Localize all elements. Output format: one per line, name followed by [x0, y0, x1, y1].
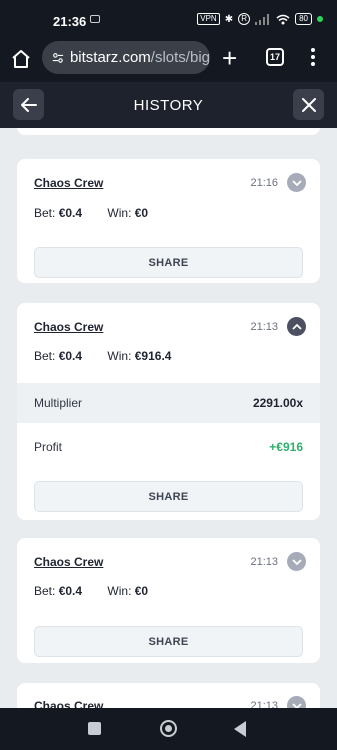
bet-amount: €0.4	[58, 206, 83, 220]
profit-row: Profit +€916	[17, 427, 320, 467]
url-path: /slots/big	[150, 49, 210, 66]
close-icon	[301, 97, 316, 112]
chevron-down-icon	[291, 558, 302, 565]
history-card: Chaos Crew 21:16 Bet: €0.4 Win: €0 SHARE	[17, 159, 320, 283]
win-label: Win:	[107, 584, 132, 598]
new-tab-button[interactable]: +	[222, 45, 237, 71]
url-text: bitstarz.com/slots/big	[70, 49, 210, 66]
home-icon[interactable]	[10, 48, 32, 70]
history-card: Chaos Crew 21:13	[17, 683, 320, 708]
browser-toolbar: bitstarz.com/slots/big + 17	[0, 38, 337, 82]
history-card-previous	[17, 128, 320, 135]
bluetooth-icon: ✱	[224, 13, 234, 25]
multiplier-value: 2291.00x	[252, 396, 303, 410]
signal-icon	[255, 13, 270, 25]
address-bar[interactable]: bitstarz.com/slots/big	[42, 41, 210, 74]
bet-win-row: Bet: €0.4 Win: €916.4	[34, 349, 171, 363]
expand-button[interactable]	[287, 552, 306, 571]
bet-label: Bet:	[34, 584, 56, 598]
system-back-button[interactable]	[234, 721, 246, 737]
game-link[interactable]: Chaos Crew	[34, 699, 103, 708]
browser-menu-icon[interactable]	[310, 48, 316, 68]
game-link[interactable]: Chaos Crew	[34, 320, 103, 334]
history-card-expanded: Chaos Crew 21:13 Bet: €0.4 Win: €916.4 M…	[17, 303, 320, 520]
status-icons: VPN ✱ R 80	[197, 13, 323, 25]
site-settings-icon[interactable]	[52, 51, 64, 65]
share-button[interactable]: SHARE	[34, 247, 303, 278]
round-time: 21:13	[250, 556, 278, 568]
expand-button[interactable]	[287, 173, 306, 192]
game-link[interactable]: Chaos Crew	[34, 555, 103, 569]
system-navigation-bar	[0, 708, 337, 750]
game-link[interactable]: Chaos Crew	[34, 176, 103, 190]
round-time: 21:16	[250, 177, 278, 189]
vpn-icon: VPN	[197, 13, 220, 25]
active-indicator-icon	[317, 16, 323, 22]
bet-win-row: Bet: €0.4 Win: €0	[34, 206, 148, 220]
win-label: Win:	[107, 206, 132, 220]
share-button[interactable]: SHARE	[34, 626, 303, 657]
bet-win-row: Bet: €0.4 Win: €0	[34, 584, 148, 598]
bet-amount: €0.4	[58, 349, 83, 363]
battery-icon: 80	[295, 13, 312, 25]
share-button[interactable]: SHARE	[34, 481, 303, 512]
collapse-button[interactable]	[287, 317, 306, 336]
expand-button[interactable]	[287, 696, 306, 708]
url-host: bitstarz.com	[69, 49, 151, 66]
wifi-icon	[276, 14, 290, 24]
multiplier-row: Multiplier 2291.00x	[17, 383, 320, 423]
chevron-up-icon	[291, 323, 302, 330]
history-header: HISTORY	[0, 82, 337, 128]
profit-value: +€916	[269, 440, 303, 454]
recent-apps-button[interactable]	[88, 722, 101, 735]
tab-switcher-button[interactable]: 17	[266, 48, 284, 66]
status-bar: 21:36 VPN ✱ R 80	[0, 0, 337, 38]
status-time: 21:36	[53, 14, 87, 29]
win-amount: €0	[134, 206, 149, 220]
notification-icon	[90, 15, 100, 23]
page-title: HISTORY	[133, 97, 204, 114]
bet-label: Bet:	[34, 349, 56, 363]
chevron-down-icon	[291, 179, 302, 186]
round-time: 21:13	[250, 321, 278, 333]
close-button[interactable]	[293, 89, 324, 120]
history-card: Chaos Crew 21:13 Bet: €0.4 Win: €0 SHARE	[17, 538, 320, 663]
multiplier-label: Multiplier	[34, 396, 83, 410]
win-label: Win:	[107, 349, 132, 363]
win-amount: €916.4	[134, 349, 172, 363]
bet-label: Bet:	[34, 206, 56, 220]
home-button[interactable]	[160, 720, 177, 737]
round-time: 21:13	[250, 700, 278, 708]
history-list[interactable]: Chaos Crew 21:16 Bet: €0.4 Win: €0 SHARE…	[0, 128, 337, 708]
bet-amount: €0.4	[58, 584, 83, 598]
win-amount: €0	[134, 584, 149, 598]
r-badge-icon: R	[238, 13, 251, 25]
profit-label: Profit	[34, 440, 63, 454]
